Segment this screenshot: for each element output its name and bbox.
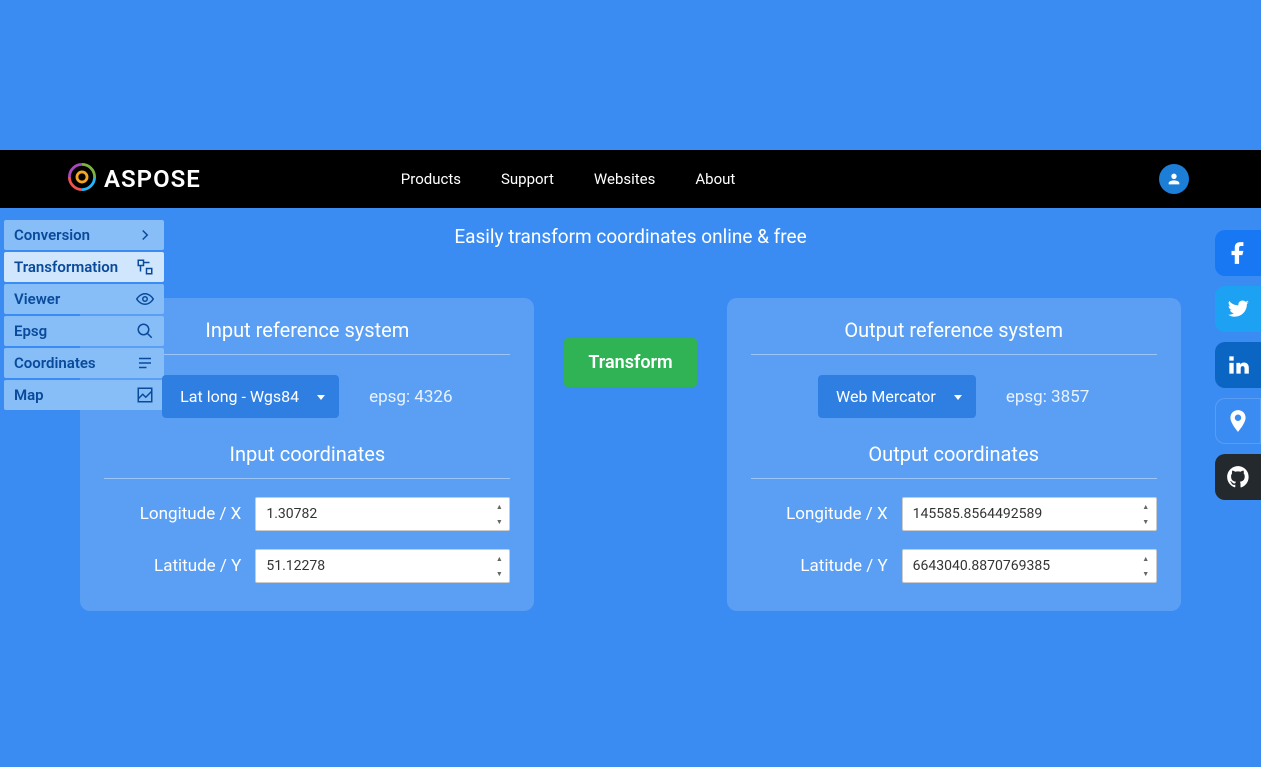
chevron-right-icon [136, 226, 154, 244]
output-lat-field[interactable] [902, 549, 1157, 583]
input-lon-field[interactable] [255, 497, 510, 531]
github-icon[interactable] [1215, 454, 1261, 500]
input-ref-row: Lat long - Wgs84 epsg: 4326 [104, 375, 510, 418]
input-lon-label: Longitude / X [140, 504, 242, 524]
output-ref-select[interactable]: Web Mercator [818, 375, 976, 418]
output-lon-row: Longitude / X ▲▼ [751, 497, 1157, 531]
facebook-icon[interactable] [1215, 230, 1261, 276]
output-epsg: epsg: 3857 [1006, 387, 1089, 407]
side-tab-label: Conversion [14, 226, 90, 244]
side-tab-map[interactable]: Map [4, 380, 164, 410]
output-ref-title: Output reference system [751, 318, 1157, 355]
input-ref-select[interactable]: Lat long - Wgs84 [162, 375, 339, 418]
nav-websites[interactable]: Websites [594, 170, 655, 188]
spinner-buttons[interactable]: ▲▼ [490, 551, 508, 581]
output-panel: Output reference system Web Mercator eps… [727, 298, 1181, 611]
nav-about[interactable]: About [695, 170, 735, 188]
side-tab-viewer[interactable]: Viewer [4, 284, 164, 314]
transform-icon [136, 258, 154, 276]
nav-products[interactable]: Products [401, 170, 461, 188]
side-tab-epsg[interactable]: Epsg [4, 316, 164, 346]
spinner-buttons[interactable]: ▲▼ [1137, 499, 1155, 529]
spinner-buttons[interactable]: ▲▼ [1137, 551, 1155, 581]
page-subtitle: Easily transform coordinates online & fr… [0, 225, 1261, 248]
output-lon-label: Longitude / X [786, 504, 888, 524]
side-tab-transformation[interactable]: Transformation [4, 252, 164, 282]
list-icon [136, 354, 154, 372]
logo-icon [68, 163, 96, 195]
side-tab-label: Viewer [14, 290, 60, 308]
output-lat-label: Latitude / Y [800, 556, 887, 576]
logo-text: ASPOSE [104, 165, 201, 193]
output-ref-value: Web Mercator [836, 387, 936, 406]
spinner-buttons[interactable]: ▲▼ [490, 499, 508, 529]
input-ref-value: Lat long - Wgs84 [180, 387, 299, 406]
image-icon [136, 386, 154, 404]
side-tab-label: Coordinates [14, 354, 96, 372]
eye-icon [136, 290, 154, 308]
input-lon-row: Longitude / X ▲▼ [104, 497, 510, 531]
social-bar [1215, 230, 1261, 500]
side-tab-label: Map [14, 386, 44, 404]
user-icon[interactable] [1159, 164, 1189, 194]
nav: Products Support Websites About [401, 170, 736, 188]
output-ref-row: Web Mercator epsg: 3857 [751, 375, 1157, 418]
logo[interactable]: ASPOSE [68, 163, 201, 195]
header: ASPOSE Products Support Websites About [0, 150, 1261, 208]
location-icon[interactable] [1215, 398, 1261, 444]
side-tab-conversion[interactable]: Conversion [4, 220, 164, 250]
input-coord-title: Input coordinates [104, 432, 510, 479]
linkedin-icon[interactable] [1215, 342, 1261, 388]
input-lat-label: Latitude / Y [154, 556, 241, 576]
side-tab-coordinates[interactable]: Coordinates [4, 348, 164, 378]
panels: Input reference system Lat long - Wgs84 … [0, 298, 1261, 611]
output-lon-field[interactable] [902, 497, 1157, 531]
input-ref-title: Input reference system [104, 318, 510, 355]
output-coord-title: Output coordinates [751, 432, 1157, 479]
search-icon [136, 322, 154, 340]
input-lat-field[interactable] [255, 549, 510, 583]
nav-support[interactable]: Support [501, 170, 554, 188]
side-tab-label: Epsg [14, 322, 47, 340]
input-epsg: epsg: 4326 [369, 387, 452, 407]
twitter-icon[interactable] [1215, 286, 1261, 332]
transform-button[interactable]: Transform [564, 338, 696, 387]
output-lat-row: Latitude / Y ▲▼ [751, 549, 1157, 583]
input-lat-row: Latitude / Y ▲▼ [104, 549, 510, 583]
side-tab-label: Transformation [14, 258, 118, 276]
side-tabs: Conversion Transformation Viewer Epsg Co… [4, 220, 164, 412]
